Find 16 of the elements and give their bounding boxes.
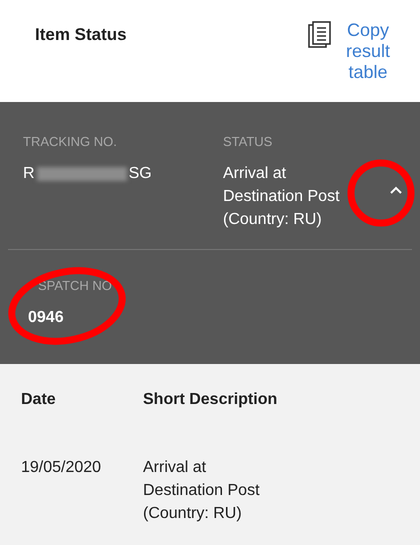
column-header: Short Description	[143, 390, 278, 410]
dispatch-number: 0946	[28, 308, 65, 328]
status-value: Arrival at Destination Post (Country: RU)	[223, 164, 340, 230]
page-title: Item Status	[35, 24, 127, 46]
tracking-number-start: R	[23, 164, 35, 184]
chevron-up-icon[interactable]	[390, 186, 402, 194]
annotation-circle	[345, 157, 417, 229]
document-icon	[308, 21, 332, 49]
status-label: STATUS	[223, 133, 274, 151]
tracking-label: TRACKING NO.	[23, 133, 118, 151]
date-cell-text: 19/05/2020	[21, 458, 102, 478]
tracking-number-end: SG	[128, 164, 152, 184]
dispatch-label: SPATCH NO	[38, 277, 113, 295]
column-header: Date	[21, 390, 57, 410]
copy-result-table-link[interactable]: Copy result table	[346, 20, 390, 102]
description-cell-text: Arrival at Destination Post (Country: RU)	[143, 458, 260, 524]
